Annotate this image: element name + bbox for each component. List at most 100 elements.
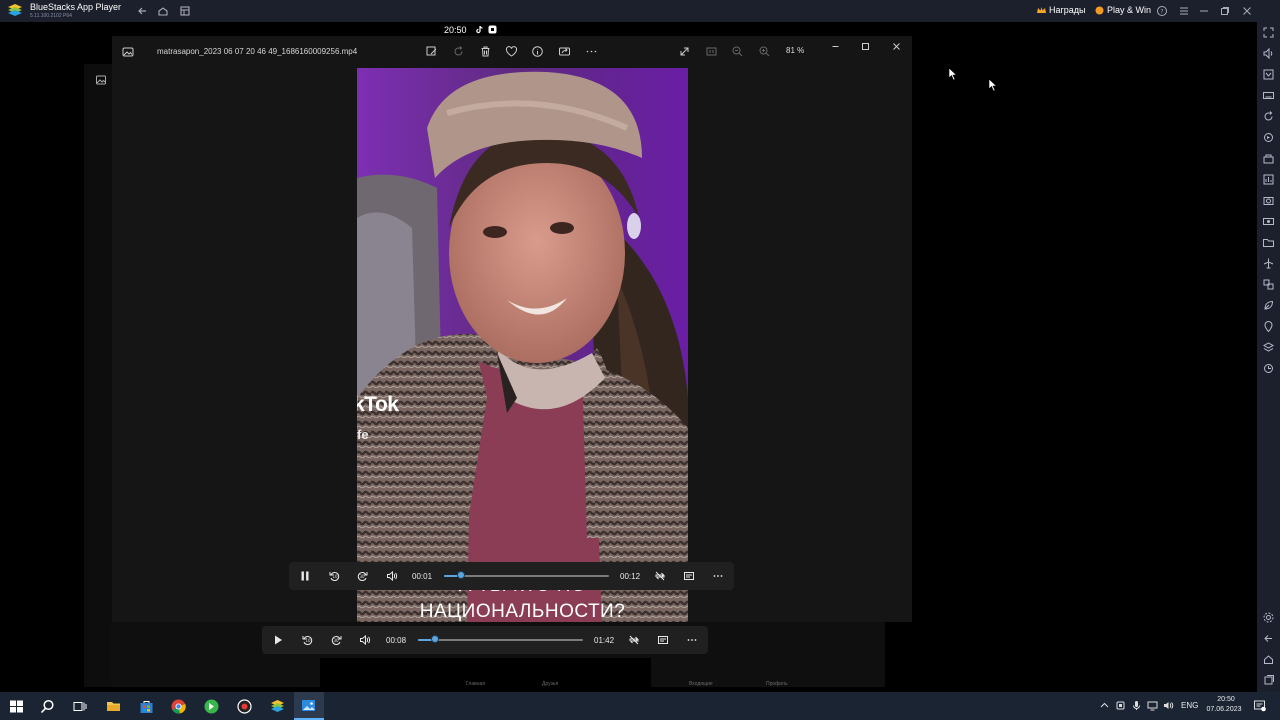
- window-minimize-icon[interactable]: [829, 40, 842, 53]
- close-icon[interactable]: [1240, 4, 1254, 18]
- eco-mode-icon[interactable]: [1262, 299, 1275, 312]
- tray-volume-icon[interactable]: [1163, 700, 1174, 711]
- svg-text:30: 30: [359, 574, 365, 579]
- app-notification-icon: [488, 25, 497, 34]
- share-icon[interactable]: [558, 45, 571, 58]
- fullscreen-icon[interactable]: [1262, 26, 1275, 39]
- rewind-10-icon[interactable]: 10: [301, 634, 313, 646]
- subtitles-icon[interactable]: [657, 634, 669, 646]
- airplane-icon[interactable]: [1262, 257, 1275, 270]
- performance-icon[interactable]: [1262, 173, 1275, 186]
- background-media-controls: 10 30 00:08 01:42: [262, 626, 708, 654]
- forward-30-icon[interactable]: 30: [357, 570, 369, 582]
- app-version: 5.11.100.2102 P64: [30, 13, 72, 19]
- nav-profile-label: Профиль: [766, 681, 788, 687]
- multi-instance-icon[interactable]: [178, 4, 192, 18]
- zoom-in-icon[interactable]: [758, 45, 771, 58]
- volume-icon[interactable]: [1262, 47, 1275, 60]
- edit-icon[interactable]: [425, 45, 438, 58]
- window-maximize-icon[interactable]: [859, 40, 872, 53]
- crown-icon[interactable]: [1036, 5, 1047, 16]
- seek-thumb[interactable]: [456, 571, 465, 579]
- more-icon[interactable]: [585, 45, 598, 58]
- photos-taskbar-icon: [301, 698, 316, 713]
- minimize-icon[interactable]: [1197, 4, 1211, 18]
- more-options-icon[interactable]: [712, 570, 724, 582]
- android-back-icon[interactable]: [1262, 632, 1275, 645]
- rewind-10-icon[interactable]: 10: [328, 570, 340, 582]
- folder-icon[interactable]: [1262, 236, 1275, 249]
- screenshot-icon[interactable]: [1262, 194, 1275, 207]
- task-view-icon[interactable]: [72, 699, 87, 714]
- home-icon[interactable]: [156, 4, 170, 18]
- notifications-icon[interactable]: [1253, 699, 1266, 712]
- delete-icon[interactable]: [479, 45, 492, 58]
- multi-window-icon[interactable]: [1262, 278, 1275, 291]
- rotate-icon[interactable]: [1262, 110, 1275, 123]
- chrome-icon[interactable]: [171, 699, 186, 714]
- play-icon[interactable]: [272, 634, 284, 646]
- tray-date[interactable]: 07.06.2023: [1201, 706, 1247, 713]
- keyboard-icon[interactable]: [1262, 89, 1275, 102]
- tray-app-icon[interactable]: [1115, 700, 1126, 711]
- media-controls: 10 30 00:01 00:12: [289, 562, 734, 590]
- play-win-button[interactable]: Play & Win: [1107, 5, 1151, 15]
- volume-icon[interactable]: [386, 570, 398, 582]
- actual-size-icon[interactable]: [705, 45, 718, 58]
- seek-track[interactable]: [444, 575, 609, 577]
- record-icon[interactable]: [1262, 215, 1275, 228]
- nav-friends-label: Друзья: [542, 681, 559, 687]
- green-app-icon[interactable]: [204, 699, 219, 714]
- back-icon[interactable]: [136, 4, 150, 18]
- photos-taskbar-button[interactable]: [294, 692, 324, 720]
- layers-icon[interactable]: [1262, 341, 1275, 354]
- mouse-cursor-icon: [988, 78, 998, 92]
- seek-track[interactable]: [418, 639, 583, 641]
- tray-chevron-up-icon[interactable]: [1099, 700, 1110, 711]
- menu-icon[interactable]: [1177, 4, 1191, 18]
- rotate-icon[interactable]: [452, 45, 465, 58]
- windows-taskbar: ENG 20:50 07.06.2023: [0, 692, 1280, 720]
- expand-icon[interactable]: [678, 45, 691, 58]
- zoom-out-icon[interactable]: [731, 45, 744, 58]
- reset-icon[interactable]: [1262, 362, 1275, 375]
- mouse-cursor-icon: [948, 67, 958, 81]
- tray-language[interactable]: ENG: [1181, 701, 1198, 710]
- repeat-off-icon[interactable]: [628, 634, 640, 646]
- help-icon[interactable]: ?: [1155, 4, 1169, 18]
- location-icon[interactable]: [1262, 320, 1275, 333]
- video-frame[interactable]: kTok fe А ТЫ КТО ПО НАЦИОНАЛЬНОСТИ?: [357, 68, 688, 622]
- seek-thumb[interactable]: [430, 635, 439, 643]
- tiktok-notification-icon: [475, 25, 484, 34]
- android-recents-icon[interactable]: [1262, 674, 1275, 687]
- subtitles-icon[interactable]: [683, 570, 695, 582]
- gallery-icon[interactable]: [95, 74, 107, 86]
- coin-icon[interactable]: [1095, 6, 1104, 15]
- repeat-off-icon[interactable]: [654, 570, 666, 582]
- tray-time[interactable]: 20:50: [1206, 696, 1246, 703]
- pause-icon[interactable]: [299, 570, 311, 582]
- more-options-icon[interactable]: [686, 634, 698, 646]
- bluestacks-taskbar-icon[interactable]: [270, 699, 285, 714]
- volume-icon[interactable]: [359, 634, 371, 646]
- restore-icon[interactable]: [1218, 4, 1232, 18]
- recorder-app-icon[interactable]: [237, 699, 252, 714]
- keymapping-icon[interactable]: [1262, 68, 1275, 81]
- bluestacks-logo-icon: [6, 3, 24, 19]
- search-icon[interactable]: [40, 699, 55, 714]
- file-explorer-icon[interactable]: [106, 699, 121, 714]
- window-close-icon[interactable]: [890, 40, 903, 53]
- favorite-icon[interactable]: [505, 45, 518, 58]
- sync-icon[interactable]: [1262, 131, 1275, 144]
- microsoft-store-icon[interactable]: [139, 699, 154, 714]
- settings-icon[interactable]: [1262, 611, 1275, 624]
- file-name: matrasapon_2023 06 07 20 46 49_168616000…: [157, 47, 358, 56]
- rewards-button[interactable]: Награды: [1049, 5, 1086, 15]
- android-home-icon[interactable]: [1262, 653, 1275, 666]
- tray-network-icon[interactable]: [1147, 700, 1158, 711]
- tray-mic-icon[interactable]: [1131, 700, 1142, 711]
- forward-30-icon[interactable]: 30: [331, 634, 343, 646]
- info-icon[interactable]: [531, 45, 544, 58]
- macro-icon[interactable]: [1262, 152, 1275, 165]
- windows-start-icon[interactable]: [9, 699, 24, 714]
